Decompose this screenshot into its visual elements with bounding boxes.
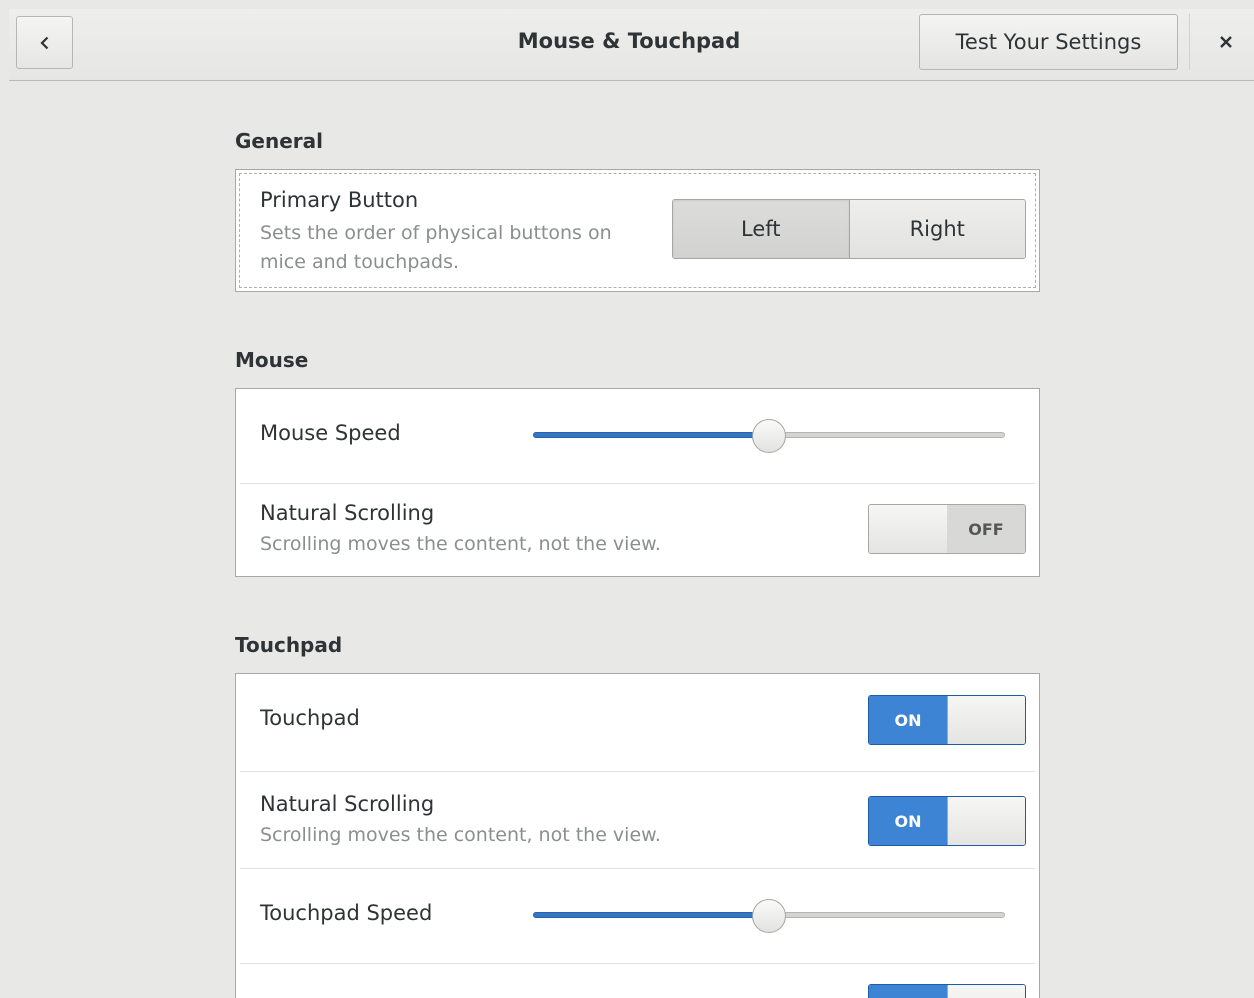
touchpad-natural-scrolling-switch[interactable]: ON [868,796,1026,846]
slider-fill [533,912,769,918]
switch-knob [947,985,1025,998]
mouse-natural-scrolling-switch[interactable]: OFF [868,504,1026,554]
mouse-speed-label: Mouse Speed [260,421,401,445]
mouse-natural-scrolling-label: Natural Scrolling [260,501,435,525]
mouse-speed-row: Mouse Speed [236,389,1039,483]
touchpad-speed-row: Touchpad Speed [236,869,1039,963]
touchpad-next-row [236,964,1039,998]
touchpad-toggle-row: Touchpad ON [236,674,1039,771]
slider-handle[interactable] [752,899,786,933]
switch-state-text: ON [869,696,947,744]
touchpad-speed-label: Touchpad Speed [260,901,433,925]
touchpad-frame: Touchpad ON Natural Scrolling Scrolling … [235,673,1040,998]
touchpad-switch[interactable]: ON [868,695,1026,745]
switch-knob [947,797,1025,845]
touchpad-next-switch[interactable] [868,984,1026,998]
back-button[interactable] [16,16,73,69]
touchpad-speed-slider[interactable] [533,899,1005,933]
section-heading-mouse: Mouse [235,348,309,372]
general-frame: Primary Button Sets the order of physica… [235,169,1040,292]
close-button[interactable] [1209,25,1243,59]
touchpad-natural-scrolling-description: Scrolling moves the content, not the vie… [260,824,661,846]
window-title: Mouse & Touchpad [517,29,741,53]
primary-button-label: Primary Button [260,188,419,212]
settings-window: Mouse & Touchpad Test Your Settings Gene… [9,9,1254,998]
switch-state-text: ON [869,797,947,845]
switch-state-text: OFF [947,505,1025,553]
touchpad-natural-scrolling-row: Natural Scrolling Scrolling moves the co… [236,772,1039,868]
chevron-left-icon [39,36,48,49]
mouse-natural-scrolling-description: Scrolling moves the content, not the vie… [260,533,661,555]
header-bar: Mouse & Touchpad Test Your Settings [9,9,1254,81]
mouse-speed-slider[interactable] [533,419,1005,453]
section-heading-touchpad: Touchpad [235,633,343,657]
slider-handle[interactable] [752,419,786,453]
switch-knob [947,696,1025,744]
switch-state-text [869,985,947,998]
slider-fill [533,432,769,438]
test-your-settings-button[interactable]: Test Your Settings [919,14,1178,70]
switch-knob [869,505,948,553]
close-icon [1220,36,1232,48]
primary-button-description-line2: mice and touchpads. [260,251,460,273]
primary-button-left-option[interactable]: Left [673,200,849,258]
primary-button-selector: Left Right [672,199,1026,259]
primary-button-right-option[interactable]: Right [848,200,1025,258]
mouse-frame: Mouse Speed Natural Scrolling Scrolling … [235,388,1040,577]
touchpad-natural-scrolling-label: Natural Scrolling [260,792,435,816]
header-separator [1189,14,1190,70]
touchpad-label: Touchpad [260,706,360,730]
primary-button-description-line1: Sets the order of physical buttons on [260,222,612,244]
section-heading-general: General [235,129,323,153]
mouse-natural-scrolling-row: Natural Scrolling Scrolling moves the co… [236,484,1039,577]
